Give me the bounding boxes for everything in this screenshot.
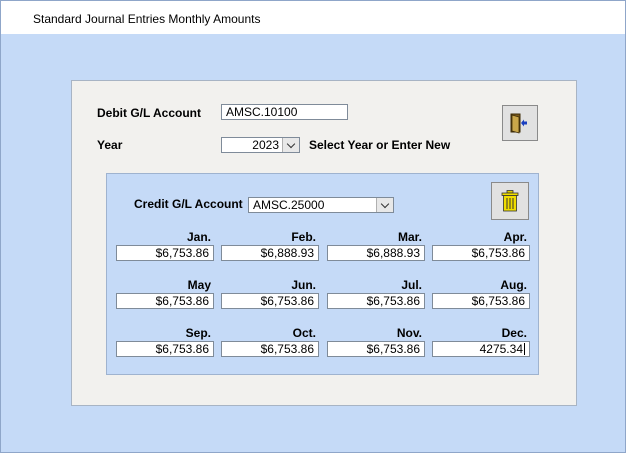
month-label-mar: Mar. [397, 230, 422, 244]
month-field-aug[interactable]: $6,753.86 [432, 293, 530, 309]
chevron-down-icon [286, 139, 296, 148]
month-field-jun[interactable]: $6,753.86 [221, 293, 319, 309]
month-label-feb: Feb. [291, 230, 316, 244]
month-field-feb[interactable]: $6,888.93 [221, 245, 319, 261]
month-label-jan: Jan. [186, 230, 211, 244]
month-label-sep: Sep. [185, 326, 211, 340]
credit-dropdown-button[interactable] [376, 198, 393, 212]
month-label-aug: Aug. [500, 278, 527, 292]
text-cursor [524, 343, 525, 355]
month-field-apr[interactable]: $6,753.86 [432, 245, 530, 261]
month-label-oct: Oct. [292, 326, 316, 340]
month-field-sep[interactable]: $6,753.86 [116, 341, 214, 357]
delete-button[interactable] [491, 182, 529, 220]
credit-section: Credit G/L Account AMSC.25000 Jan. $6,75… [106, 173, 539, 375]
month-field-mar[interactable]: $6,888.93 [327, 245, 425, 261]
month-label-may: May [187, 278, 211, 292]
credit-account-value: AMSC.25000 [253, 198, 325, 212]
credit-account-label: Credit G/L Account [134, 197, 243, 211]
credit-account-combo[interactable]: AMSC.25000 [248, 197, 394, 213]
exit-door-icon [510, 113, 527, 134]
year-value: 2023 [252, 138, 279, 152]
year-label: Year [97, 138, 123, 152]
month-field-nov[interactable]: $6,753.86 [327, 341, 425, 357]
month-field-may[interactable]: $6,753.86 [116, 293, 214, 309]
trash-icon [501, 190, 519, 212]
month-field-dec[interactable]: 4275.34 [432, 341, 530, 357]
debit-account-label: Debit G/L Account [97, 106, 202, 120]
chevron-down-icon [380, 199, 390, 208]
month-field-oct[interactable]: $6,753.86 [221, 341, 319, 357]
year-combo[interactable]: 2023 [221, 137, 300, 153]
month-label-jun: Jun. [291, 278, 316, 292]
app-window: Standard Journal Entries Monthly Amounts… [0, 0, 626, 453]
month-label-jul: Jul. [401, 278, 422, 292]
debit-account-field[interactable]: AMSC.10100 [221, 104, 348, 120]
month-label-apr: Apr. [503, 230, 527, 244]
month-field-jan[interactable]: $6,753.86 [116, 245, 214, 261]
exit-button[interactable] [502, 105, 538, 141]
title-bar: Standard Journal Entries Monthly Amounts [1, 1, 625, 34]
month-field-jul[interactable]: $6,753.86 [327, 293, 425, 309]
month-label-dec: Dec. [501, 326, 527, 340]
month-value-dec: 4275.34 [479, 342, 523, 356]
year-dropdown-button[interactable] [282, 138, 299, 152]
month-label-nov: Nov. [396, 326, 422, 340]
year-hint: Select Year or Enter New [309, 138, 451, 152]
window-title: Standard Journal Entries Monthly Amounts [33, 12, 261, 26]
